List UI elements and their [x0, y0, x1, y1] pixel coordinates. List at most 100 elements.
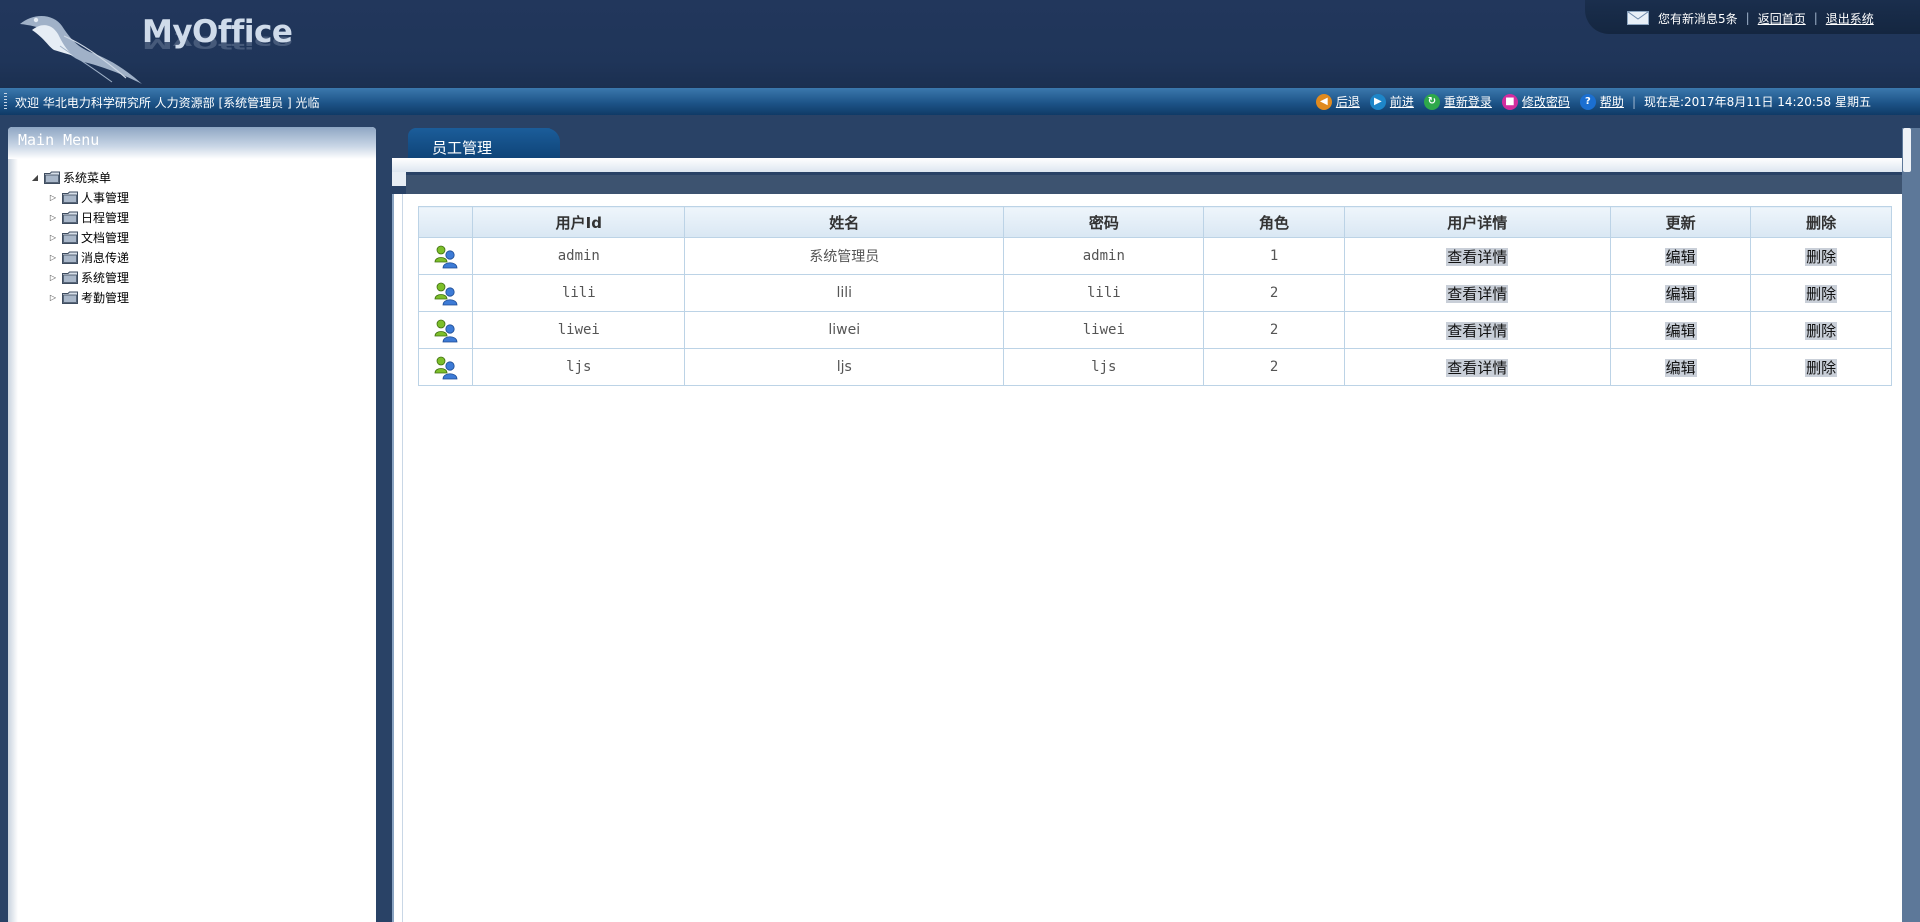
mail-icon[interactable]: [1627, 11, 1649, 25]
tab-employee-management[interactable]: 员工管理: [408, 128, 560, 158]
sidebar-item-label[interactable]: 消息传递: [81, 249, 129, 266]
row-icon-cell: [417, 274, 474, 312]
expanded-triangle-icon[interactable]: ◢: [30, 172, 40, 182]
cell-delete: 删除: [1750, 348, 1892, 386]
cell-detail: 查看详情: [1343, 311, 1611, 349]
current-datetime: 现在是:2017年8月11日 14:20:58 星期五: [1643, 95, 1871, 109]
divider: |: [1631, 94, 1636, 109]
cell-edit: 编辑: [1609, 274, 1752, 312]
table-row: ljs ljs ljs 2 查看详情 编辑 删除: [417, 348, 1892, 386]
folder-icon: [62, 291, 78, 304]
sidebar-item-schedule[interactable]: ▷ 日程管理: [30, 207, 129, 227]
grip-dots: [4, 93, 7, 110]
collapsed-triangle-icon[interactable]: ▷: [48, 212, 58, 222]
delete-link[interactable]: 删除: [1805, 358, 1838, 377]
folder-icon: [44, 171, 60, 184]
sidebar-item-label[interactable]: 人事管理: [81, 189, 129, 206]
relogin-icon: ↻: [1423, 93, 1440, 110]
divider: |: [1813, 11, 1818, 25]
folder-icon: [62, 191, 78, 204]
view-detail-link[interactable]: 查看详情: [1446, 358, 1509, 377]
view-detail-link[interactable]: 查看详情: [1446, 321, 1509, 340]
sidebar-shade: [8, 159, 18, 922]
sidebar-item-label[interactable]: 文档管理: [81, 229, 129, 246]
employee-table: 用户Id 姓名 密码 角色 用户详情 更新 删除 admin 系统管理员 adm…: [417, 206, 1892, 386]
collapsed-triangle-icon[interactable]: ▷: [48, 232, 58, 242]
scroll-thumb[interactable]: [1903, 128, 1911, 172]
sidebar-item-documents[interactable]: ▷ 文档管理: [30, 227, 129, 247]
users-icon: [434, 245, 458, 269]
sidebar-item-attendance[interactable]: ▷ 考勤管理: [30, 287, 129, 307]
nav-change-password-label[interactable]: 修改密码: [1522, 93, 1570, 110]
logout-link[interactable]: 退出系统: [1826, 10, 1874, 27]
col-header-detail: 用户详情: [1343, 206, 1611, 238]
table-row: liwei liwei liwei 2 查看详情 编辑 删除: [417, 311, 1892, 349]
sidebar-item-label[interactable]: 系统管理: [81, 269, 129, 286]
sidebar-item-label[interactable]: 日程管理: [81, 209, 129, 226]
sidebar-item-label[interactable]: 考勤管理: [81, 289, 129, 306]
tab-label[interactable]: 员工管理: [432, 137, 492, 158]
cell-edit: 编辑: [1609, 311, 1752, 349]
tree-root-label[interactable]: 系统菜单: [63, 169, 111, 186]
main-menu-panel: Main Menu ◢ 系统菜单 ▷ 人事管理 ▷ 日程管理 ▷ 文档管理 ▷ …: [8, 127, 376, 922]
right-scroll-rail[interactable]: [1902, 128, 1920, 922]
col-header-user-id: 用户Id: [472, 206, 686, 238]
logo-reflection: MyOffice: [142, 32, 293, 52]
panel-header-strip: [406, 175, 1902, 194]
sidebar-item-hr[interactable]: ▷ 人事管理: [30, 187, 129, 207]
nav-toolbar: ◀ 后退 ▶ 前进 ↻ 重新登录 ■ 修改密码 ? 帮助 | 现在是:2017年…: [1306, 93, 1871, 110]
nav-relogin-label[interactable]: 重新登录: [1444, 93, 1492, 110]
collapsed-triangle-icon[interactable]: ▷: [48, 272, 58, 282]
view-detail-link[interactable]: 查看详情: [1446, 247, 1509, 266]
new-messages-label[interactable]: 您有新消息5条: [1658, 10, 1738, 27]
cell-password: admin: [1003, 237, 1205, 275]
divider: |: [1745, 11, 1750, 25]
home-link[interactable]: 返回首页: [1758, 10, 1806, 27]
col-header-update: 更新: [1609, 206, 1752, 238]
cell-edit: 编辑: [1609, 237, 1752, 275]
menu-tree: ◢ 系统菜单 ▷ 人事管理 ▷ 日程管理 ▷ 文档管理 ▷ 消息传递 ▷ 系统管…: [30, 167, 129, 307]
folder-icon: [62, 231, 78, 244]
content-area: 用户Id 姓名 密码 角色 用户详情 更新 删除 admin 系统管理员 adm…: [392, 194, 1902, 922]
view-detail-link[interactable]: 查看详情: [1446, 284, 1509, 303]
edit-link[interactable]: 编辑: [1664, 321, 1697, 340]
nav-forward[interactable]: ▶ 前进: [1369, 93, 1414, 110]
cell-edit: 编辑: [1609, 348, 1752, 386]
edit-link[interactable]: 编辑: [1664, 247, 1697, 266]
nav-relogin[interactable]: ↻ 重新登录: [1423, 93, 1492, 110]
nav-change-password[interactable]: ■ 修改密码: [1501, 93, 1570, 110]
nav-back[interactable]: ◀ 后退: [1315, 93, 1360, 110]
header: MyOffice MyOffice 您有新消息5条 | 返回首页 | 退出系统: [0, 0, 1920, 88]
sidebar-item-messages[interactable]: ▷ 消息传递: [30, 247, 129, 267]
folder-icon: [62, 271, 78, 284]
cell-password: liwei: [1003, 311, 1205, 349]
cell-name: ljs: [684, 348, 1005, 386]
collapsed-triangle-icon[interactable]: ▷: [48, 192, 58, 202]
collapsed-triangle-icon[interactable]: ▷: [48, 292, 58, 302]
main-menu-title: Main Menu: [8, 127, 376, 159]
delete-link[interactable]: 删除: [1805, 321, 1838, 340]
tree-root[interactable]: ◢ 系统菜单: [30, 167, 129, 187]
delete-link[interactable]: 删除: [1805, 247, 1838, 266]
col-header-role: 角色: [1203, 206, 1345, 238]
panel-top-border: [392, 158, 1920, 172]
nav-forward-label[interactable]: 前进: [1390, 93, 1414, 110]
cell-password: lili: [1003, 274, 1205, 312]
delete-link[interactable]: 删除: [1805, 284, 1838, 303]
row-icon-cell: [417, 348, 474, 386]
nav-help[interactable]: ? 帮助: [1579, 93, 1624, 110]
edit-link[interactable]: 编辑: [1664, 284, 1697, 303]
edit-link[interactable]: 编辑: [1664, 358, 1697, 377]
collapsed-triangle-icon[interactable]: ▷: [48, 252, 58, 262]
logo-bird-icon: [20, 15, 142, 84]
nav-help-label[interactable]: 帮助: [1600, 93, 1624, 110]
cell-role: 2: [1203, 311, 1345, 349]
nav-back-label[interactable]: 后退: [1336, 93, 1360, 110]
table-row: lili lili lili 2 查看详情 编辑 删除: [417, 274, 1892, 312]
users-icon: [434, 356, 458, 380]
cell-user-id: liwei: [472, 311, 686, 349]
sidebar-item-system[interactable]: ▷ 系统管理: [30, 267, 129, 287]
row-icon-cell: [417, 311, 474, 349]
col-header-icon: [417, 206, 474, 238]
panel-notch: [392, 172, 406, 186]
